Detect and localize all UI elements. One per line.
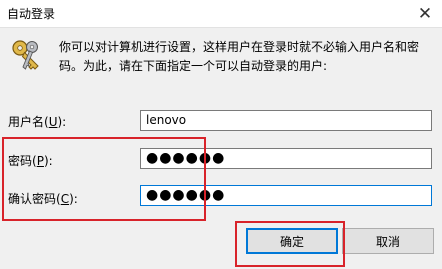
username-label-text: 用户名( (8, 115, 49, 129)
title-bar: 自动登录 ✕ (0, 0, 442, 28)
description-line-2: 码。为此，请在下面指定一个可以自动登录的用户: (59, 59, 328, 73)
confirm-password-masked-value: ●●●●●● (146, 187, 226, 203)
confirm-password-field[interactable]: ●●●●●● (140, 185, 432, 206)
username-label: 用户名(U): (8, 113, 66, 130)
confirm-password-label: 确认密码(C): (8, 190, 78, 207)
ok-button[interactable]: 确定 (246, 228, 338, 254)
password-accel-key: P (36, 154, 44, 168)
description-line-1: 你可以对计算机进行设置，这样用户在登录时就不必输入用户名和密 (59, 40, 420, 54)
confirm-accel-key: C (60, 192, 70, 206)
username-label-suffix: ): (57, 115, 67, 129)
cancel-button[interactable]: 取消 (342, 228, 434, 254)
confirm-label-suffix: ): (69, 192, 78, 206)
username-field[interactable]: lenovo (140, 110, 432, 131)
description-text: 你可以对计算机进行设置，这样用户在登录时就不必输入用户名和密 码。为此，请在下面… (59, 38, 431, 76)
password-label-suffix: ): (43, 154, 53, 168)
password-label: 密码(P): (8, 152, 53, 169)
password-field[interactable]: ●●●●●● (140, 148, 432, 169)
auto-logon-dialog: 自动登录 ✕ 你可以对计算机进行设置，这样用户在登录时就不必输入用户名和密 码。… (0, 0, 442, 269)
password-label-text: 密码( (8, 154, 37, 168)
password-masked-value: ●●●●●● (146, 150, 226, 166)
keys-icon (12, 40, 39, 70)
close-button[interactable]: ✕ (408, 0, 442, 27)
confirm-label-text: 确认密码( (8, 192, 61, 206)
close-icon: ✕ (417, 3, 433, 24)
window-title: 自动登录 (7, 7, 56, 21)
